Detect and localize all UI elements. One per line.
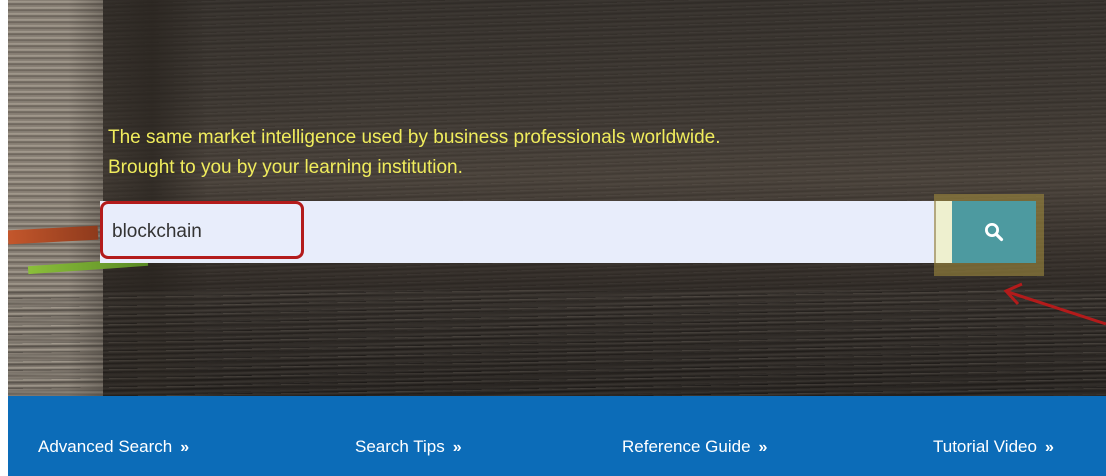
chevron-right-icon: » <box>180 439 190 456</box>
nav-link-reference-guide[interactable]: Reference Guide» <box>622 437 767 457</box>
chevron-right-icon: » <box>452 439 462 456</box>
search-icon <box>985 223 1004 242</box>
search-input[interactable] <box>112 213 512 251</box>
book-pages-lower-image <box>8 290 1106 396</box>
tagline-line-2: Brought to you by your learning institut… <box>108 157 463 178</box>
search-bar <box>100 201 936 263</box>
annotation-arrow-icon <box>1003 282 1106 326</box>
tagline-line-1: The same market intelligence used by bus… <box>108 127 721 148</box>
search-button[interactable] <box>952 201 1036 263</box>
bottom-navbar <box>8 396 1106 476</box>
nav-link-advanced-search[interactable]: Advanced Search» <box>38 437 189 457</box>
nav-link-search-tips[interactable]: Search Tips» <box>355 437 462 457</box>
chevron-right-icon: » <box>758 439 768 456</box>
nav-link-tutorial-video[interactable]: Tutorial Video» <box>933 437 1054 457</box>
hero-tagline: The same market intelligence used by bus… <box>108 123 721 183</box>
chevron-right-icon: » <box>1044 439 1054 456</box>
